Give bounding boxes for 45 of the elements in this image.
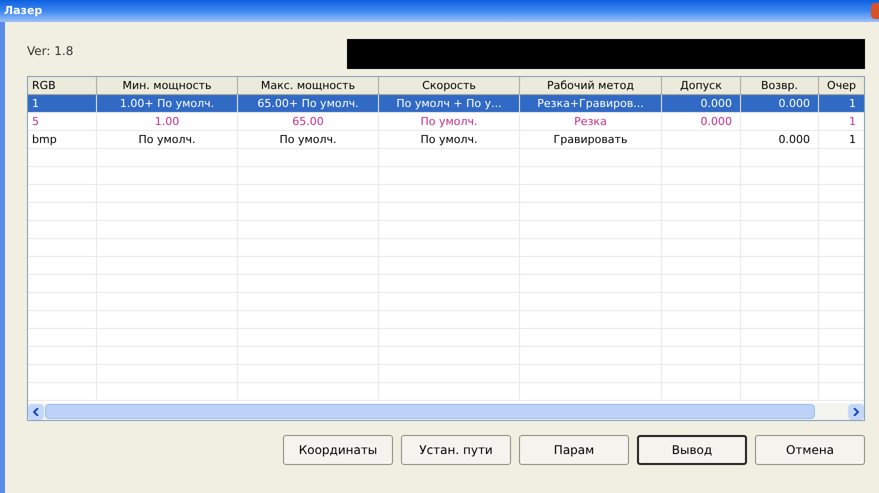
dialog-button[interactable]: Парам bbox=[519, 435, 629, 465]
table-cell: По умолч + По у... bbox=[396, 97, 502, 110]
column-header[interactable]: Мин. мощность bbox=[97, 77, 238, 95]
table-cell: 1.00 bbox=[154, 115, 180, 128]
table-cell: 1 bbox=[32, 97, 39, 110]
table-cell: 65.00 bbox=[292, 115, 324, 128]
table-cell: 1 bbox=[849, 133, 856, 146]
column-header[interactable]: Допуск bbox=[662, 77, 741, 95]
dialog-button[interactable]: Устан. пути bbox=[401, 435, 511, 465]
table-cell: По умолч. bbox=[420, 115, 478, 128]
version-label: Ver: 1.8 bbox=[27, 43, 74, 60]
scroll-right-icon[interactable] bbox=[848, 404, 864, 420]
close-icon[interactable] bbox=[871, 3, 879, 19]
scroll-left-icon[interactable] bbox=[28, 404, 44, 420]
table-cell: 5 bbox=[32, 115, 39, 128]
dialog-button[interactable]: Координаты bbox=[283, 435, 393, 465]
table-row[interactable]: bmp По умолч. По умолч. По умолч. Гравировать 0.000 1 bbox=[28, 131, 864, 149]
table-cell: Резка+Гравиров... bbox=[537, 97, 644, 110]
table-cell: 0.000 bbox=[778, 97, 810, 110]
table-cell: Резка bbox=[574, 115, 607, 128]
table-cell: По умолч. bbox=[420, 133, 478, 146]
dialog-button[interactable]: Вывод bbox=[637, 435, 747, 465]
table-cell: bmp bbox=[32, 133, 57, 146]
horizontal-scrollbar[interactable] bbox=[28, 403, 864, 420]
table-row[interactable]: 5 1.00 65.00 По умолч. Резка 0.000 1 bbox=[28, 113, 864, 131]
column-header[interactable]: Возвр. bbox=[741, 77, 819, 95]
window-title: Лазер bbox=[4, 2, 42, 19]
table-cell: 1 bbox=[849, 97, 856, 110]
column-header[interactable]: Рабочий метод bbox=[520, 77, 662, 95]
table-cell: По умолч. bbox=[138, 133, 196, 146]
table-cell: 0.000 bbox=[778, 133, 810, 146]
table-cell: 0.000 bbox=[700, 115, 732, 128]
dialog-button[interactable]: Отмена bbox=[755, 435, 865, 465]
scroll-thumb[interactable] bbox=[45, 404, 815, 419]
table-cell: По умолч. bbox=[279, 133, 337, 146]
column-header[interactable]: Скорость bbox=[379, 77, 520, 95]
column-header[interactable]: Макс. мощность bbox=[238, 77, 379, 95]
table-cell: Гравировать bbox=[554, 133, 628, 146]
table-cell: 0.000 bbox=[700, 97, 732, 110]
table-cell: 65.00+ По умолч. bbox=[257, 97, 359, 110]
table-cell: 1.00+ По умолч. bbox=[120, 97, 214, 110]
column-header[interactable]: Очер bbox=[819, 77, 864, 95]
table-cell: 1 bbox=[849, 115, 856, 128]
column-header[interactable]: RGB bbox=[28, 77, 97, 95]
table-row[interactable]: 1 1.00+ По умолч. 65.00+ По умолч. По умолч + По у... Резка+Гравиров... 0.000 0.000 1 bbox=[28, 95, 864, 113]
